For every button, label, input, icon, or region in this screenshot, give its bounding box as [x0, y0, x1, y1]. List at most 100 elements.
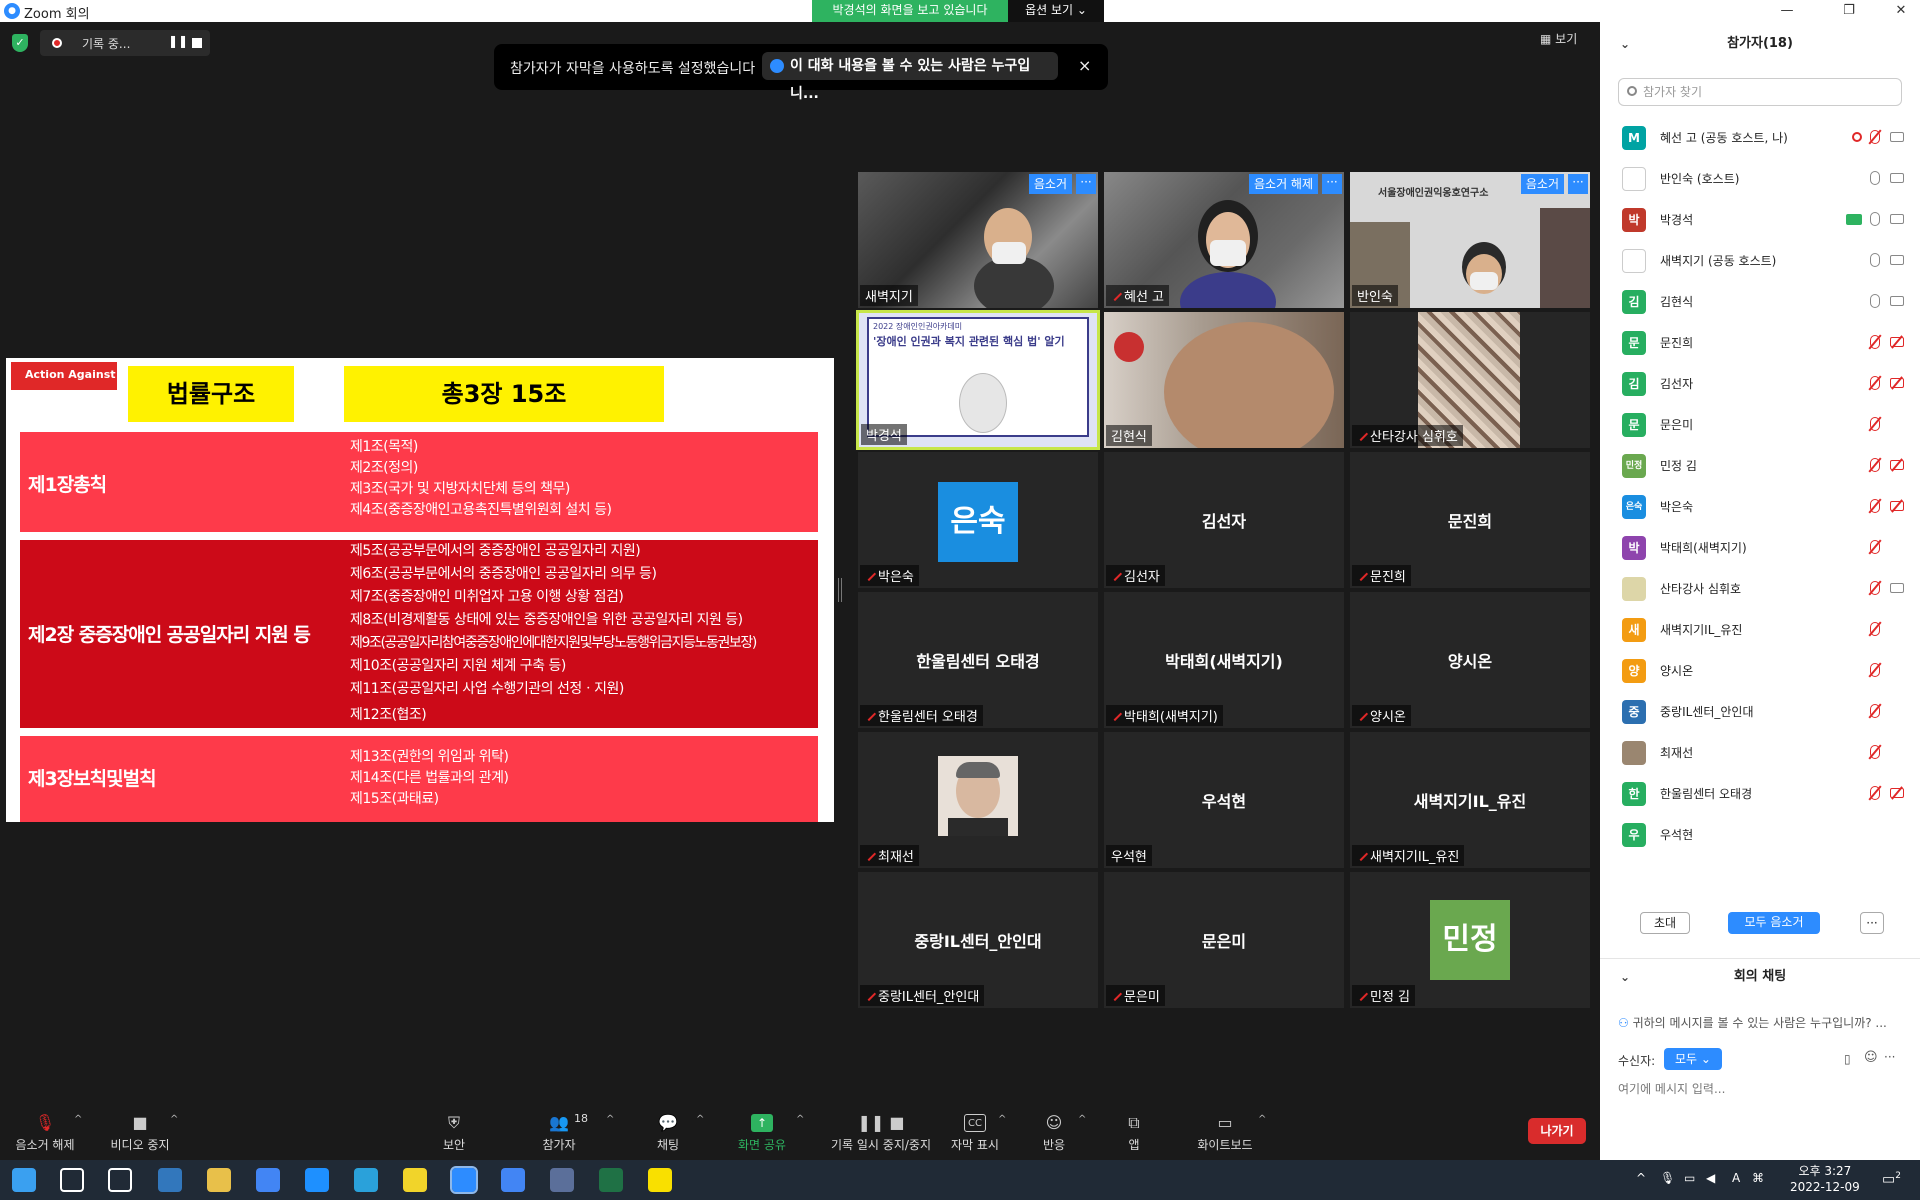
video-tile[interactable]: 양시온 양시온 — [1350, 592, 1590, 728]
video-tile[interactable]: 음소거 ··· 새벽지기 — [858, 172, 1098, 308]
file-icon[interactable]: ▯ — [1844, 1052, 1851, 1066]
close-icon[interactable]: ✕ — [1886, 2, 1916, 20]
participant-search-input[interactable]: 참가자 찾기 — [1618, 78, 1902, 106]
volume-icon[interactable]: ◀ — [1706, 1171, 1715, 1185]
video-tile[interactable]: 최재선 — [858, 732, 1098, 868]
chevron-up-icon[interactable]: ^ — [1078, 1114, 1086, 1125]
taskbar-app-icon[interactable] — [305, 1168, 329, 1192]
reactions-button[interactable]: ☺ 반응 — [1036, 1104, 1072, 1153]
taskbar-app-icon[interactable] — [403, 1168, 427, 1192]
participant-row[interactable]: 박 박경석 — [1600, 200, 1920, 240]
pause-stop-recording-button[interactable]: ❚❚ ■ 기록 일시 중지/중지 — [818, 1104, 944, 1153]
chat-message-input[interactable]: 여기에 메시지 입력... — [1618, 1080, 1725, 1097]
participant-row[interactable]: 새벽지기 (공동 호스트) — [1600, 241, 1920, 281]
taskbar-app-icon[interactable] — [158, 1168, 182, 1192]
chevron-up-icon[interactable]: ^ — [796, 1114, 804, 1125]
mute-all-button[interactable]: 모두 음소거 — [1728, 912, 1820, 934]
apps-button[interactable]: ⧉ 앱 — [1120, 1104, 1148, 1153]
task-view-icon[interactable] — [108, 1168, 132, 1192]
taskbar-app-icon[interactable] — [599, 1168, 623, 1192]
chevron-down-icon[interactable]: ⌄ — [1620, 959, 1630, 995]
participant-row[interactable]: 김 김선자 — [1600, 364, 1920, 404]
network-icon[interactable]: ▭ — [1684, 1171, 1695, 1185]
minimize-icon[interactable]: — — [1772, 2, 1802, 20]
chevron-up-icon[interactable]: ^ — [170, 1114, 178, 1125]
participant-row[interactable]: 양 양시온 — [1600, 651, 1920, 691]
participant-row[interactable]: 박 박태희(새벽지기) — [1600, 528, 1920, 568]
splitter-handle[interactable] — [838, 578, 842, 602]
mute-badge[interactable]: 음소거 — [1028, 174, 1072, 194]
chevron-up-icon[interactable]: ^ — [998, 1114, 1006, 1125]
video-tile[interactable]: 산타강사 심휘호 — [1350, 312, 1590, 448]
video-tile[interactable]: 음소거 해제 ··· 혜선 고 — [1104, 172, 1344, 308]
video-tile[interactable]: 우석현 우석현 — [1104, 732, 1344, 868]
security-shield-icon[interactable]: ✓ — [12, 34, 28, 52]
participant-row[interactable]: 한 한울림센터 오태경 — [1600, 774, 1920, 814]
chevron-up-icon[interactable]: ^ — [1258, 1114, 1266, 1125]
unmute-badge[interactable]: 음소거 해제 — [1248, 174, 1318, 194]
share-screen-button[interactable]: ↑ 화면 공유 — [730, 1104, 794, 1153]
invite-button[interactable]: 초대 — [1640, 912, 1690, 934]
chevron-up-icon[interactable]: ^ — [606, 1114, 614, 1125]
video-tile[interactable]: 새벽지기IL_유진 새벽지기IL_유진 — [1350, 732, 1590, 868]
taskbar-app-icon[interactable] — [550, 1168, 574, 1192]
leave-button[interactable]: 나가기 — [1528, 1118, 1586, 1144]
participant-row[interactable]: 최재선 — [1600, 733, 1920, 773]
recipient-dropdown[interactable]: 모두 ⌄ — [1664, 1048, 1722, 1070]
ime-indicator[interactable]: A — [1732, 1171, 1740, 1185]
search-icon[interactable] — [60, 1168, 84, 1192]
video-tile[interactable]: 중랑IL센터_안인대 중랑IL센터_안인대 — [858, 872, 1098, 1008]
video-tile[interactable]: 문진희 문진희 — [1350, 452, 1590, 588]
mute-badge[interactable]: 음소거 — [1520, 174, 1564, 194]
video-tile[interactable]: 문은미 문은미 — [1104, 872, 1344, 1008]
participant-row[interactable]: 문 문진희 — [1600, 323, 1920, 363]
chat-visibility-notice[interactable]: ⚇ 귀하의 메시지를 볼 수 있는 사람은 누구입니까? ... — [1618, 1014, 1887, 1031]
chevron-up-icon[interactable]: ^ — [696, 1114, 704, 1125]
view-button[interactable]: ▦ 보기 — [1540, 30, 1577, 47]
video-tile[interactable]: 서울장애인권익옹호연구소 음소거 ··· 반인숙 — [1350, 172, 1590, 308]
participant-row[interactable]: 민정 민정 김 — [1600, 446, 1920, 486]
more-options-icon[interactable]: ··· — [1860, 912, 1884, 934]
show-captions-button[interactable]: CC 자막 표시 — [948, 1104, 1002, 1153]
video-tile[interactable]: 박태희(새벽지기) 박태희(새벽지기) — [1104, 592, 1344, 728]
caption-visibility-button[interactable]: 이 대화 내용을 볼 수 있는 사람은 누구입니... — [762, 52, 1058, 102]
notification-icon[interactable]: ▭2 — [1882, 1171, 1901, 1188]
taskbar-app-icon[interactable] — [450, 1166, 478, 1194]
mic-icon[interactable]: 🎙 — [1660, 1171, 1675, 1185]
more-options-icon[interactable]: ··· — [1568, 174, 1588, 194]
participant-row[interactable]: 은숙 박은숙 — [1600, 487, 1920, 527]
more-options-icon[interactable]: ··· — [1884, 1050, 1895, 1064]
taskbar-app-icon[interactable] — [501, 1168, 525, 1192]
participant-row[interactable]: 산타강사 심휘호 — [1600, 569, 1920, 609]
video-tile-active-speaker[interactable]: 2022 장애인인권아카데미 '장애인 인권과 복지 관련된 핵심 법' 알기 … — [856, 310, 1100, 450]
video-tile[interactable]: 민정 민정 김 — [1350, 872, 1590, 1008]
video-tile[interactable]: 은숙 박은숙 — [858, 452, 1098, 588]
taskbar-app-icon[interactable] — [256, 1168, 280, 1192]
windows-start-icon[interactable] — [12, 1168, 36, 1192]
whiteboard-button[interactable]: ▭ 화이트보드 — [1192, 1104, 1258, 1153]
video-tile[interactable]: 김현식 — [1104, 312, 1344, 448]
participant-row[interactable]: M 혜선 고 (공동 호스트, 나) — [1600, 118, 1920, 158]
stop-recording-icon[interactable] — [192, 38, 202, 48]
security-button[interactable]: ⛨ 보안 — [434, 1104, 474, 1153]
participant-row[interactable]: 반인숙 (호스트) — [1600, 159, 1920, 199]
chevron-down-icon[interactable]: ⌄ — [1620, 22, 1630, 66]
taskbar-app-icon[interactable] — [354, 1168, 378, 1192]
pause-recording-icon[interactable]: ❚❚ — [168, 34, 188, 48]
unmute-button[interactable]: 🎙 음소거 해제 — [10, 1104, 80, 1153]
participant-row[interactable]: 우 우석현 — [1600, 815, 1920, 855]
chevron-up-icon[interactable]: ^ — [1636, 1171, 1646, 1185]
participant-row[interactable]: 김 김현식 — [1600, 282, 1920, 322]
participant-row[interactable]: 문 문은미 — [1600, 405, 1920, 445]
view-options-button[interactable]: 옵션 보기 ⌄ — [1008, 0, 1104, 22]
taskbar-app-icon[interactable] — [648, 1168, 672, 1192]
chevron-up-icon[interactable]: ^ — [74, 1114, 82, 1125]
close-notice-icon[interactable]: × — [1078, 56, 1091, 75]
video-tile[interactable]: 한울림센터 오태경 한울림센터 오태경 — [858, 592, 1098, 728]
font-icon[interactable]: ⌘ — [1752, 1171, 1764, 1185]
taskbar-app-icon[interactable] — [207, 1168, 231, 1192]
more-options-icon[interactable]: ··· — [1076, 174, 1096, 194]
restore-icon[interactable]: ❐ — [1834, 2, 1864, 20]
video-tile[interactable]: 김선자 김선자 — [1104, 452, 1344, 588]
stop-video-button[interactable]: ■ 비디오 중지 — [104, 1104, 176, 1153]
